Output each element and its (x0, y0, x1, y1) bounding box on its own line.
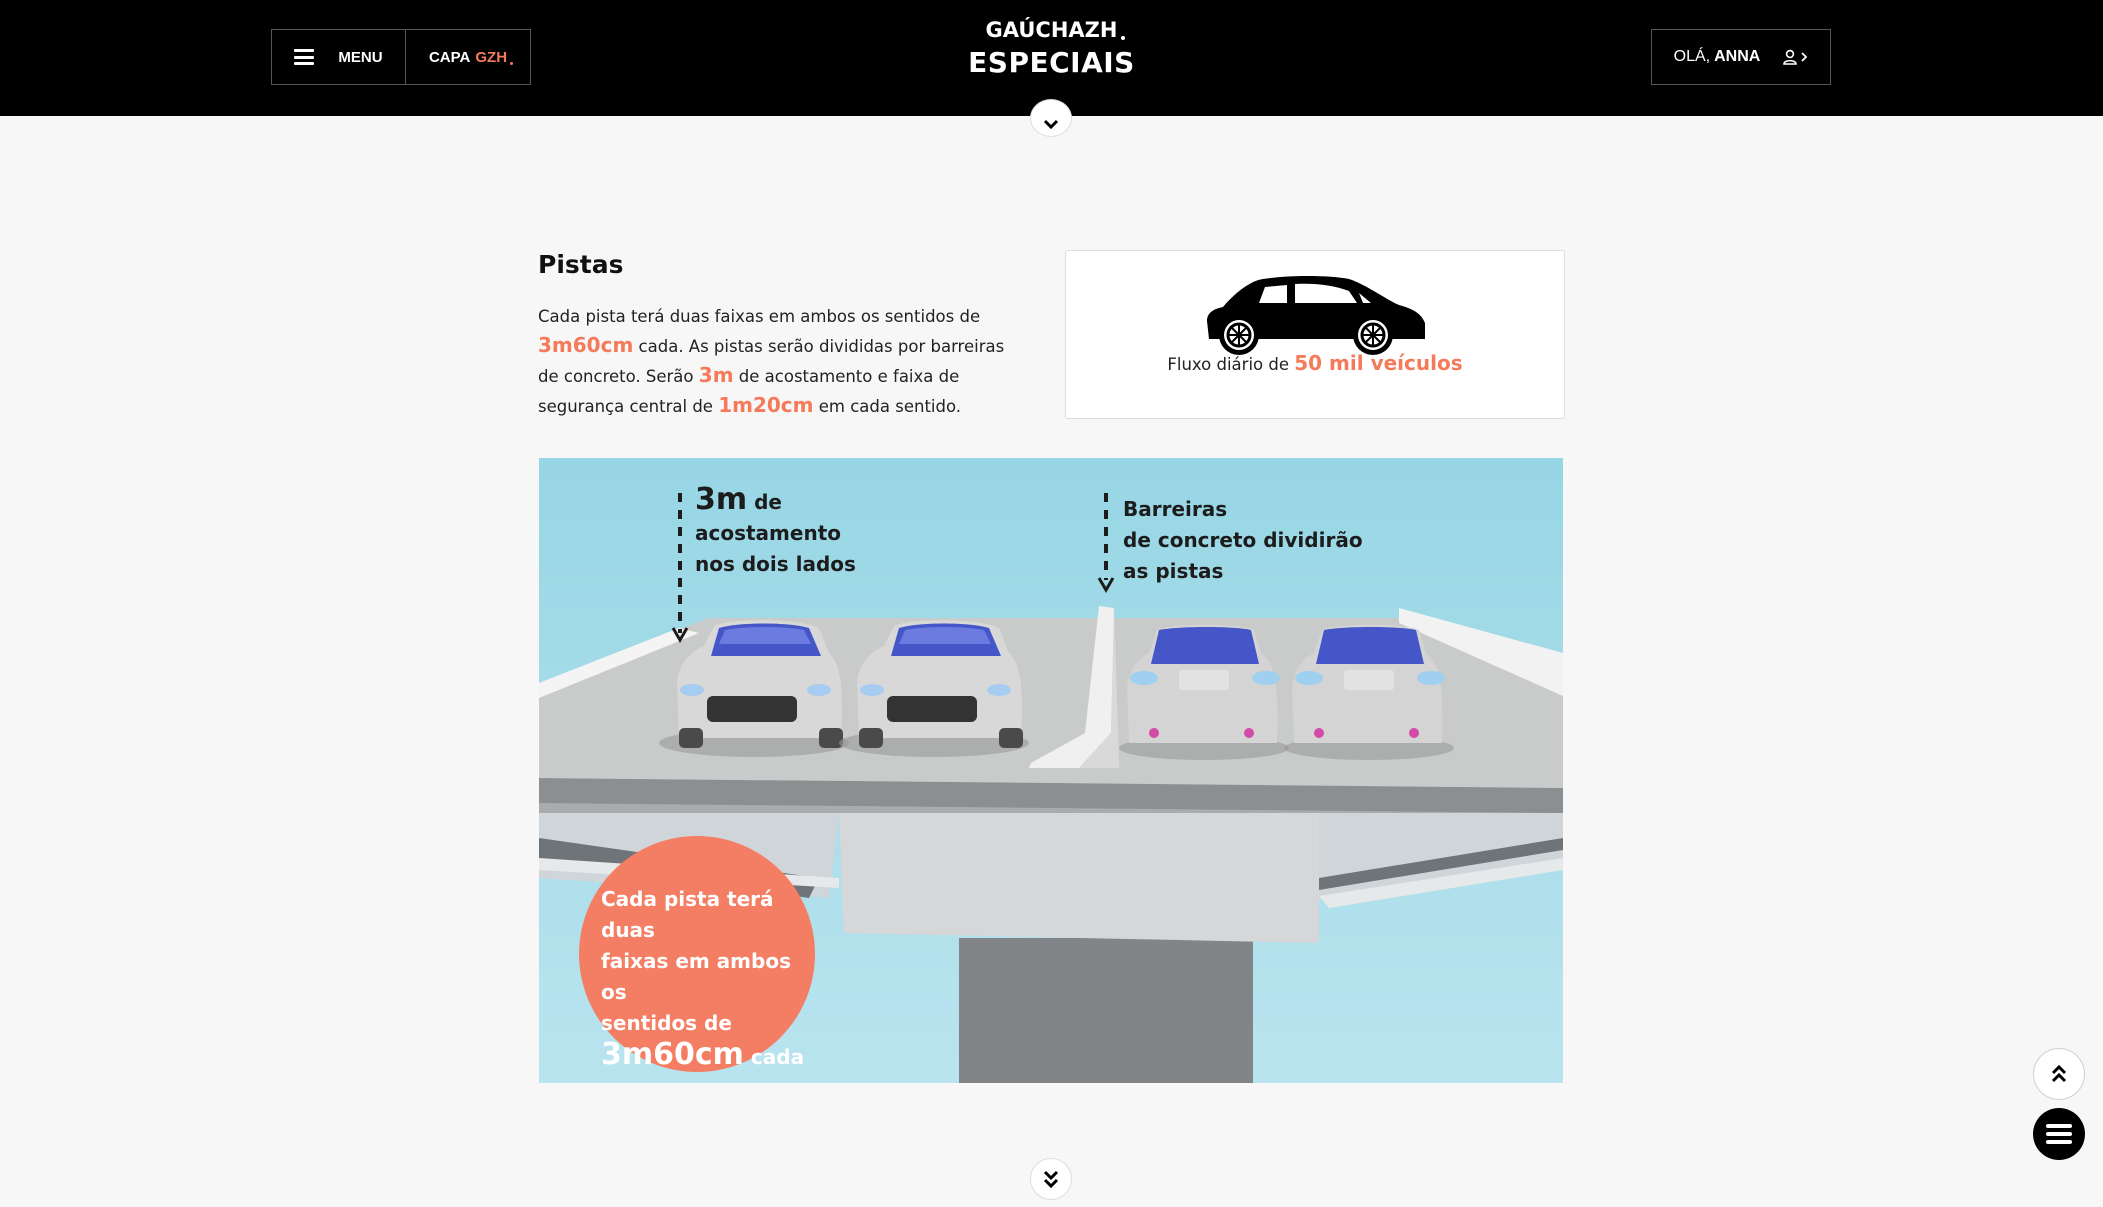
badge-line2: faixas em ambos os (601, 949, 791, 1004)
section-title: Pistas (538, 250, 624, 279)
double-chevron-up-icon (2051, 1064, 2067, 1083)
capa-label: CAPA (428, 48, 471, 66)
capa-brand: GZH (475, 48, 513, 66)
menu-label: MENU (338, 48, 383, 66)
arrow-shoulder (671, 493, 689, 643)
traffic-stat: Fluxo diário de 50 mil veículos (1066, 351, 1564, 375)
road-illustration: 3m de acostamento nos dois lados Barreir… (539, 458, 1563, 1083)
stat-prefix: Fluxo diário de (1167, 355, 1290, 374)
scroll-down-button-top[interactable] (1030, 99, 1072, 137)
double-chevron-down-icon (1043, 1170, 1059, 1189)
back-to-top-button[interactable] (2033, 1048, 2085, 1100)
menu-button[interactable]: MENU (272, 30, 405, 84)
hamburger-icon (294, 49, 315, 65)
lane-width-badge: Cada pista terá duas faixas em ambos os … (579, 836, 815, 1072)
shoulder-annotation: 3m de acostamento nos dois lados (695, 484, 856, 580)
pillar-cap (839, 813, 1319, 943)
barrier-line2: de concreto dividirão (1123, 528, 1363, 552)
traffic-stat-card: Fluxo diário de 50 mil veículos (1065, 250, 1565, 419)
highlight-lane-width: 3m60cm (538, 333, 634, 357)
arrow-barrier (1097, 493, 1115, 593)
car-icon (1207, 276, 1425, 355)
barrier-annotation: Barreiras de concreto dividirão as pista… (1123, 494, 1363, 587)
stat-value: 50 mil veículos (1294, 351, 1463, 375)
hamburger-icon (2046, 1124, 2072, 1144)
description-text-4: em cada sentido. (818, 397, 962, 416)
shoulder-de: de (754, 490, 782, 514)
section-description: Cada pista terá duas faixas em ambos os … (538, 302, 1008, 421)
user-icon (1782, 49, 1808, 65)
badge-line1: Cada pista terá duas (601, 887, 774, 942)
user-name: ANNA (1714, 48, 1761, 65)
user-account-button[interactable]: OLÁ, ANNA (1651, 29, 1831, 85)
shoulder-width: 3m (695, 482, 748, 517)
chevron-down-icon (1043, 119, 1059, 130)
capa-gzh-link[interactable]: CAPA GZH (405, 30, 530, 84)
brand-section: ESPECIAIS (968, 46, 1135, 79)
badge-cada: cada (750, 1045, 805, 1069)
highlight-shoulder: 3m (698, 363, 734, 387)
badge-line3: sentidos de (601, 1011, 732, 1035)
highlight-safety-lane: 1m20cm (718, 393, 814, 417)
nav-controls: MENU CAPA GZH (271, 29, 531, 85)
barrier-line3: as pistas (1123, 559, 1224, 583)
shoulder-line2: acostamento (695, 521, 841, 545)
barrier-line1: Barreiras (1123, 497, 1228, 521)
brand-logo-text: GAÚCHAZH (985, 18, 1126, 42)
floating-menu-button[interactable] (2033, 1108, 2085, 1160)
description-text-1: Cada pista terá duas faixas em ambos os … (538, 307, 981, 326)
bridge-pillar (959, 938, 1253, 1083)
badge-lane-width: 3m60cm (601, 1037, 744, 1072)
brand-logo[interactable]: GAÚCHAZH ESPECIAIS (930, 18, 1173, 79)
shoulder-line3: nos dois lados (695, 552, 856, 576)
scroll-down-button[interactable] (1030, 1158, 1072, 1200)
user-greeting: OLÁ, (1673, 48, 1711, 65)
